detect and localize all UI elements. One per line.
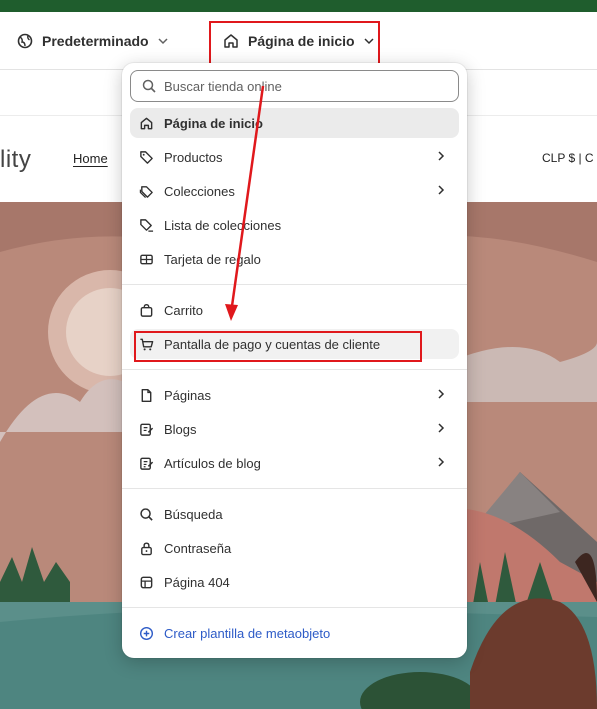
menu-item-blog-posts[interactable]: Artículos de blog [130, 448, 459, 478]
chevron-down-icon [364, 38, 374, 45]
search-icon [140, 507, 153, 521]
menu-divider [122, 607, 467, 608]
chevron-right-icon [438, 457, 445, 467]
page-template-dropdown: Buscar tienda online Página de inicio Pr… [122, 63, 467, 658]
menu-item-pages[interactable]: Páginas [130, 380, 459, 410]
blog-post-icon [140, 457, 154, 470]
menu-item-search[interactable]: Búsqueda [130, 499, 459, 529]
top-accent-stripe [0, 0, 597, 12]
menu-item-label: Páginas [164, 387, 211, 403]
create-label: Crear plantilla de metaobjeto [164, 625, 331, 641]
menu-item-blogs[interactable]: Blogs [130, 414, 459, 444]
page-icon [141, 388, 152, 402]
menu-item-label: Página 404 [164, 574, 230, 590]
home-icon [140, 117, 153, 129]
menu-item-gift-card[interactable]: Tarjeta de regalo [130, 244, 459, 274]
search-input[interactable]: Buscar tienda online [130, 70, 459, 102]
chevron-right-icon [438, 185, 445, 195]
menu-item-404-page[interactable]: Página 404 [130, 567, 459, 597]
search-placeholder: Buscar tienda online [164, 78, 282, 94]
menu-item-label: Blogs [164, 421, 197, 437]
home-icon [224, 34, 238, 48]
tag-icon [140, 150, 153, 164]
menu-item-label: Página de inicio [164, 115, 263, 131]
tags-icon [139, 185, 153, 198]
create-metaobject-template-button[interactable]: Crear plantilla de metaobjeto [130, 618, 459, 648]
theme-label: Predeterminado [42, 33, 149, 49]
page-label: Página de inicio [248, 33, 355, 49]
chevron-right-icon [438, 151, 445, 161]
store-logo: lity [0, 146, 32, 173]
tag-list-icon [140, 218, 154, 232]
menu-divider [122, 369, 467, 370]
menu-item-collection-list[interactable]: Lista de colecciones [130, 210, 459, 240]
bag-icon [140, 303, 153, 317]
menu-item-label: Lista de colecciones [164, 217, 282, 233]
store-nav-home[interactable]: Home [73, 151, 108, 166]
blog-icon [140, 423, 154, 436]
menu-item-products[interactable]: Productos [130, 142, 459, 172]
chevron-right-icon [438, 423, 445, 433]
menu-item-label: Carrito [164, 302, 204, 318]
menu-item-cart[interactable]: Carrito [130, 295, 459, 325]
cart-icon [140, 338, 154, 350]
menu-item-password[interactable]: Contraseña [130, 533, 459, 563]
page-selector[interactable]: Página de inicio [222, 12, 375, 70]
menu-item-label: Pantalla de pago y cuentas de cliente [164, 336, 381, 352]
layout-icon [140, 576, 153, 588]
menu-item-collections[interactable]: Colecciones [130, 176, 459, 206]
theme-selector[interactable]: Predeterminado [16, 12, 169, 70]
menu-divider [122, 488, 467, 489]
gift-card-icon [140, 254, 153, 264]
menu-item-label: Productos [164, 149, 223, 165]
plus-circle-icon [139, 626, 154, 640]
menu-divider [122, 284, 467, 285]
editor-topbar: Predeterminado Página de inicio [0, 12, 597, 70]
chevron-right-icon [438, 389, 445, 399]
menu-item-label: Artículos de blog [164, 455, 261, 471]
globe-icon [17, 33, 33, 49]
menu-item-label: Colecciones [164, 183, 235, 199]
menu-item-checkout-accounts[interactable]: Pantalla de pago y cuentas de cliente [130, 329, 459, 359]
currency-selector[interactable]: CLP $ | C [542, 151, 594, 165]
menu-item-label: Búsqueda [164, 506, 223, 522]
menu-item-label: Tarjeta de regalo [164, 251, 261, 267]
chevron-down-icon [158, 38, 168, 45]
menu-item-label: Contraseña [164, 540, 232, 556]
lock-icon [141, 541, 152, 555]
search-icon [142, 79, 156, 93]
menu-item-home-page[interactable]: Página de inicio [130, 108, 459, 138]
